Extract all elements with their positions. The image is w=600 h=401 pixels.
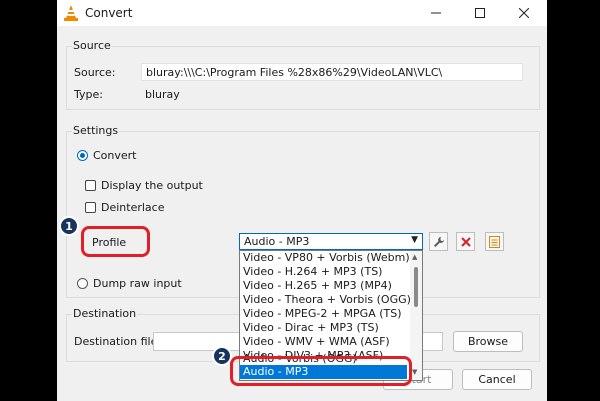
window-title: Convert xyxy=(85,6,133,20)
profile-option[interactable]: Video - H.265 + MP3 (MP4) xyxy=(243,279,392,293)
maximize-button[interactable] xyxy=(460,2,500,24)
dump-raw-radio[interactable] xyxy=(77,278,88,289)
type-label: Type: xyxy=(74,88,103,101)
dump-raw-label: Dump raw input xyxy=(93,277,182,290)
settings-group-title: Settings xyxy=(72,124,120,137)
profile-highlight xyxy=(81,226,150,257)
chevron-down-icon: ▼ xyxy=(411,235,418,245)
profile-option[interactable]: Video - H.264 + MP3 (TS) xyxy=(243,265,382,279)
deinterlace-checkbox[interactable] xyxy=(85,202,96,213)
dropdown-scrollbar[interactable]: ▲ ▼ xyxy=(410,251,422,380)
destination-file-label: Destination file: xyxy=(74,335,162,348)
deinterlace-label: Deinterlace xyxy=(101,201,165,214)
profile-option[interactable]: Video - Theora + Vorbis (OGG) xyxy=(243,293,411,307)
new-profile-button[interactable] xyxy=(485,232,504,251)
convert-radio[interactable] xyxy=(77,150,88,161)
new-profile-icon xyxy=(489,235,500,248)
scroll-thumb[interactable] xyxy=(414,267,418,307)
title-bar: Convert xyxy=(57,0,547,26)
step-1-badge: 1 xyxy=(59,216,79,236)
profile-select[interactable]: Audio - MP3 ▼ xyxy=(239,233,423,250)
minimize-button[interactable] xyxy=(416,2,456,24)
type-value: bluray xyxy=(145,88,180,101)
profile-option[interactable]: Video - Dirac + MP3 (TS) xyxy=(243,321,379,335)
minimize-icon xyxy=(431,12,441,14)
vlc-cone-icon xyxy=(64,5,78,21)
step-2-badge: 2 xyxy=(212,346,232,366)
maximize-icon xyxy=(475,8,485,18)
display-output-checkbox[interactable] xyxy=(85,180,96,191)
profile-option[interactable]: Video - WMV + WMA (ASF) xyxy=(243,335,390,349)
source-label: Source: xyxy=(74,66,116,79)
profile-selected-value: Audio - MP3 xyxy=(244,235,310,248)
scroll-up-icon[interactable]: ▲ xyxy=(412,253,417,261)
edit-profile-button[interactable] xyxy=(429,232,448,251)
delete-icon xyxy=(460,236,471,247)
cancel-button[interactable]: Cancel xyxy=(462,369,532,390)
delete-profile-button[interactable] xyxy=(456,232,475,251)
destination-group-title: Destination xyxy=(72,307,138,320)
source-field[interactable]: bluray:\\\C:\Program Files %28x86%29\Vid… xyxy=(141,63,523,81)
display-output-label: Display the output xyxy=(101,179,203,192)
convert-label: Convert xyxy=(93,149,137,162)
wrench-icon xyxy=(433,236,444,247)
audio-mp3-highlight xyxy=(230,356,412,386)
profile-option[interactable]: Video - VP80 + Vorbis (Webm) xyxy=(243,251,410,265)
source-group-title: Source xyxy=(72,39,112,52)
close-icon xyxy=(519,8,529,18)
profile-option[interactable]: Video - MPEG-2 + MPGA (TS) xyxy=(243,307,402,321)
browse-button[interactable]: Browse xyxy=(453,331,523,352)
scroll-down-icon[interactable]: ▼ xyxy=(412,368,417,376)
close-button[interactable] xyxy=(504,2,544,24)
convert-dialog: Convert Source Source: bluray:\\\C:\Prog… xyxy=(57,0,547,401)
